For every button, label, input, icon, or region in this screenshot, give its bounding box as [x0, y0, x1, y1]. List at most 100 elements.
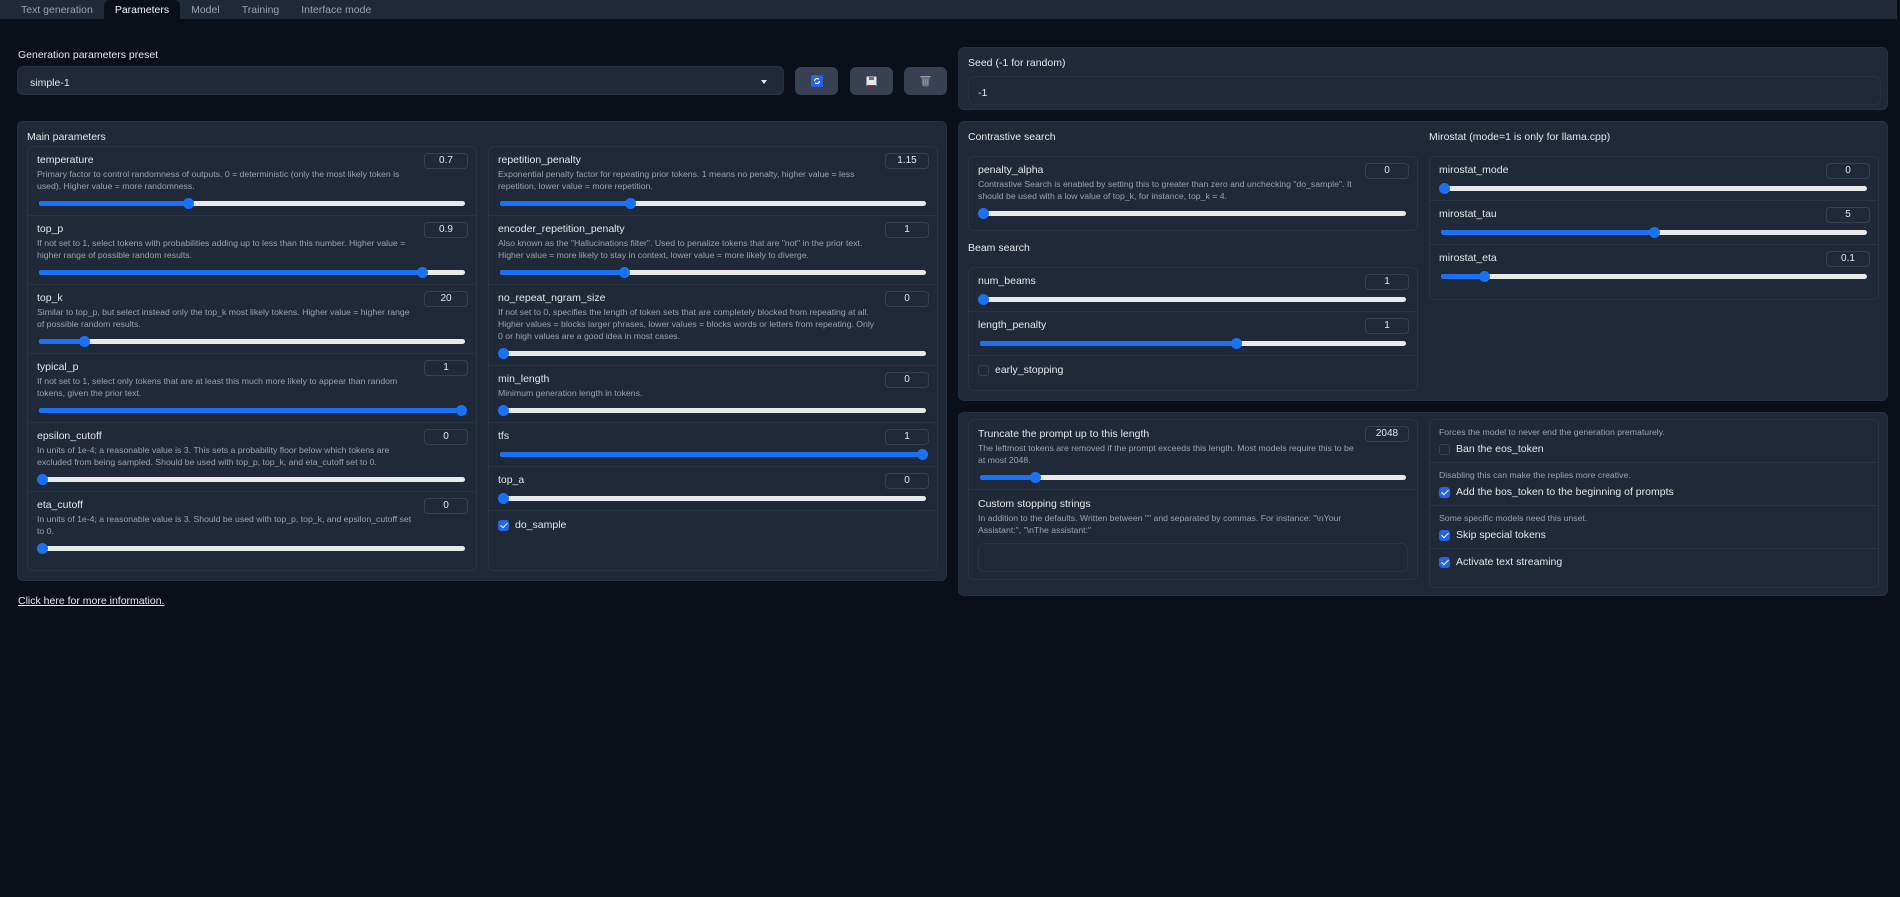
param-eta-cutoff: eta_cutoff In units of 1e-4; a reasonabl…	[28, 492, 476, 554]
slider-thumb[interactable]	[618, 267, 630, 278]
param-number-input[interactable]: 0	[424, 429, 468, 445]
param-number-input[interactable]: 0.1	[1826, 251, 1870, 267]
param-label: no_repeat_ngram_size	[498, 292, 606, 304]
param-number-input[interactable]: 0.9	[424, 222, 468, 238]
save-button[interactable]	[850, 67, 893, 95]
param-slider[interactable]	[498, 198, 928, 209]
checkbox[interactable]	[1439, 529, 1450, 541]
param-slider[interactable]	[498, 449, 928, 460]
param-number-input[interactable]: 1	[1365, 318, 1409, 334]
param-number-input[interactable]: 0	[885, 291, 929, 307]
mirostat-title: Mirostat (mode=1 is only for llama.cpp)	[1429, 131, 1611, 143]
slider-fill	[39, 408, 465, 413]
slider-thumb[interactable]	[1230, 338, 1242, 349]
seed-input[interactable]: -1	[968, 76, 1881, 105]
slider-thumb[interactable]	[37, 543, 48, 554]
slider-thumb[interactable]	[498, 493, 509, 504]
slider-track	[1441, 186, 1867, 191]
more-information-link[interactable]: Click here for more information.	[18, 595, 164, 607]
flag-checkbox-row[interactable]: Activate text streaming	[1439, 556, 1869, 568]
flag-option: Forces the model to never end the genera…	[1430, 420, 1878, 463]
tab-parameters[interactable]: Parameters	[103, 0, 181, 19]
param-label: num_beams	[978, 275, 1036, 287]
slider-thumb[interactable]	[1649, 227, 1660, 238]
truncate-number-input[interactable]: 2048	[1365, 426, 1409, 442]
param-number-input[interactable]: 1	[1365, 274, 1409, 290]
preset-dropdown[interactable]: simple-1	[17, 66, 784, 95]
param-label: min_length	[498, 373, 550, 385]
refresh-button[interactable]	[795, 67, 838, 95]
param-number-input[interactable]: 1	[885, 222, 929, 238]
param-number-input[interactable]: 0	[1826, 163, 1870, 179]
truncate-label: Truncate the prompt up to this length	[978, 428, 1150, 440]
tab-training[interactable]: Training	[231, 0, 291, 19]
param-info: In units of 1e-4; a reasonable value is …	[37, 445, 390, 467]
param-slider[interactable]	[37, 336, 467, 347]
slider-thumb[interactable]	[37, 474, 48, 485]
slider-thumb[interactable]	[1478, 271, 1490, 282]
param-number-input[interactable]: 20	[424, 291, 468, 307]
checkbox[interactable]	[498, 519, 509, 531]
param-slider[interactable]	[37, 543, 467, 554]
param-number-input[interactable]: 0	[885, 473, 929, 489]
param-slider[interactable]	[1439, 183, 1869, 194]
param-info: If not set to 1, select only tokens that…	[37, 376, 398, 398]
param-number-input[interactable]: 1.15	[885, 153, 929, 169]
flag-checkbox-row[interactable]: Add the bos_token to the beginning of pr…	[1439, 486, 1869, 498]
tab-model[interactable]: Model	[180, 0, 231, 19]
do-sample-checkbox[interactable]: do_sample	[489, 511, 937, 539]
param-info: Contrastive Search is enabled by setting…	[978, 179, 1352, 201]
slider-thumb[interactable]	[917, 449, 928, 460]
flag-info: Forces the model to never end the genera…	[1439, 427, 1665, 437]
main-right-column: repetition_penalty Exponential penalty f…	[488, 146, 938, 571]
checkbox[interactable]	[1439, 443, 1450, 455]
param-slider[interactable]	[1439, 227, 1869, 238]
checkbox[interactable]	[1439, 556, 1450, 568]
slider-track	[39, 477, 465, 482]
flag-checkbox-row[interactable]: Skip special tokens	[1439, 529, 1869, 541]
slider-thumb[interactable]	[624, 198, 636, 209]
param-number-input[interactable]: 0	[424, 498, 468, 514]
param-slider[interactable]	[1439, 271, 1869, 282]
tab-interface-mode[interactable]: Interface mode	[290, 0, 382, 19]
slider-thumb[interactable]	[456, 405, 467, 416]
early-stopping-checkbox[interactable]: early_stopping	[969, 356, 1417, 384]
param-slider[interactable]	[37, 198, 467, 209]
param-number-input[interactable]: 5	[1826, 207, 1870, 223]
param-slider[interactable]	[498, 267, 928, 278]
param-slider[interactable]	[978, 294, 1408, 305]
param-number-input[interactable]: 1	[885, 429, 929, 445]
param-slider[interactable]	[37, 405, 467, 416]
slider-thumb[interactable]	[1030, 472, 1042, 483]
tab-text-generation[interactable]: Text generation	[10, 0, 104, 19]
param-slider[interactable]	[37, 267, 467, 278]
checkbox[interactable]	[1439, 486, 1450, 498]
slider-thumb[interactable]	[978, 208, 989, 219]
checkbox[interactable]	[978, 364, 989, 376]
param-slider[interactable]	[498, 348, 928, 359]
slider-thumb[interactable]	[78, 336, 90, 347]
param-slider[interactable]	[37, 474, 467, 485]
slider-thumb[interactable]	[498, 405, 509, 416]
slider-thumb[interactable]	[417, 267, 429, 278]
param-info: If not set to 0, specifies the length of…	[498, 307, 875, 341]
param-number-input[interactable]: 0	[1365, 163, 1409, 179]
slider-thumb[interactable]	[183, 198, 195, 209]
truncate-slider[interactable]	[978, 472, 1408, 483]
param-number-input[interactable]: 0.7	[424, 153, 468, 169]
slider-thumb[interactable]	[1439, 183, 1450, 194]
slider-thumb[interactable]	[978, 294, 989, 305]
param-slider[interactable]	[978, 208, 1408, 219]
param-slider[interactable]	[978, 338, 1408, 349]
param-number-input[interactable]: 0	[885, 372, 929, 388]
delete-button[interactable]	[904, 67, 947, 95]
param-number-input[interactable]: 1	[424, 360, 468, 376]
flag-checkbox-row[interactable]: Ban the eos_token	[1439, 443, 1869, 455]
param-slider[interactable]	[498, 405, 928, 416]
seed-label: Seed (-1 for random)	[968, 57, 1066, 69]
slider-thumb[interactable]	[498, 348, 509, 359]
param-slider[interactable]	[498, 493, 928, 504]
param-label: typical_p	[37, 361, 79, 373]
param-mirostat-mode: mirostat_mode 0	[1430, 157, 1878, 201]
stopping-strings-input[interactable]	[978, 543, 1408, 572]
